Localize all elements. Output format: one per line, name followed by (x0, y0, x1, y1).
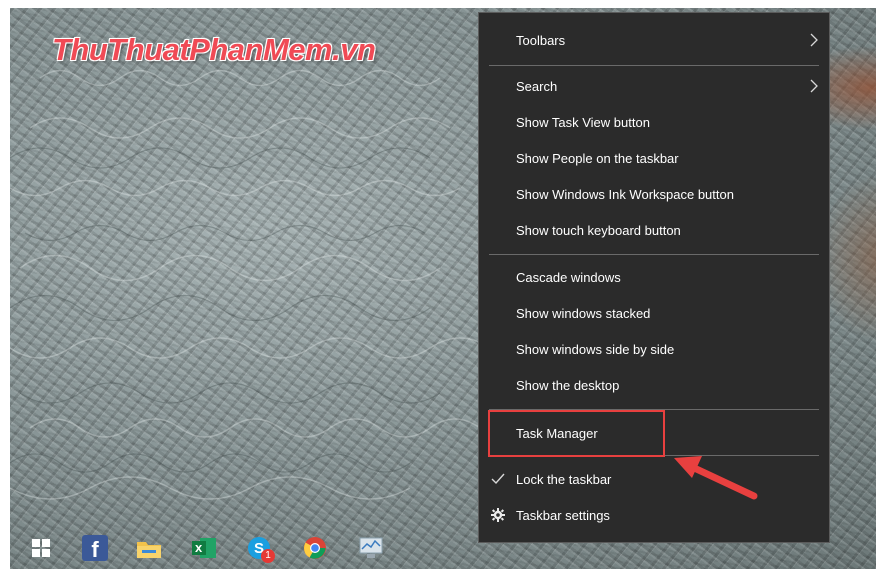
menu-item-lock-taskbar[interactable]: Lock the taskbar (479, 461, 829, 497)
menu-item-show-desktop[interactable]: Show the desktop (479, 367, 829, 403)
menu-item-label: Lock the taskbar (516, 471, 612, 487)
menu-item-windows-stacked[interactable]: Show windows stacked (479, 295, 829, 331)
performance-monitor-icon[interactable] (358, 535, 384, 561)
file-explorer-icon[interactable] (136, 535, 162, 561)
menu-item-show-ink-workspace[interactable]: Show Windows Ink Workspace button (479, 176, 829, 212)
excel-letter: x (195, 540, 203, 555)
facebook-icon[interactable]: f (82, 535, 108, 562)
skype-badge: 1 (261, 549, 275, 563)
chevron-right-icon (810, 79, 818, 93)
menu-item-taskbar-settings[interactable]: Taskbar settings (479, 497, 829, 533)
skype-icon[interactable]: S 1 (246, 535, 275, 563)
menu-item-toolbars[interactable]: Toolbars (479, 22, 829, 58)
chevron-right-icon (810, 33, 818, 47)
menu-item-label: Taskbar settings (516, 507, 610, 523)
gear-icon (491, 508, 505, 522)
menu-item-label: Show touch keyboard button (516, 222, 681, 238)
menu-item-label: Search (516, 78, 558, 94)
annotation-arrow-icon (674, 456, 758, 500)
chrome-icon[interactable] (302, 535, 328, 561)
menu-item-search[interactable]: Search (479, 68, 829, 104)
menu-item-label: Show windows stacked (516, 305, 651, 321)
menu-item-label: Toolbars (516, 32, 566, 48)
excel-icon[interactable]: x (191, 535, 217, 561)
menu-separator (489, 65, 819, 66)
menu-item-label: Show the desktop (516, 377, 620, 393)
facebook-letter: f (91, 537, 99, 562)
taskbar: f x S 1 (10, 525, 440, 569)
menu-item-label: Show People on the taskbar (516, 150, 679, 166)
menu-item-label: Show Task View button (516, 114, 650, 130)
highlight-box (488, 410, 665, 457)
menu-item-show-people[interactable]: Show People on the taskbar (479, 140, 829, 176)
menu-item-label: Show windows side by side (516, 341, 675, 357)
menu-separator (489, 254, 819, 255)
start-icon[interactable] (28, 535, 54, 561)
taskbar-context-menu: Toolbars Search Show Task View button Sh… (478, 12, 830, 543)
menu-item-label: Cascade windows (516, 269, 621, 285)
menu-item-show-touch-keyboard[interactable]: Show touch keyboard button (479, 212, 829, 248)
menu-item-cascade-windows[interactable]: Cascade windows (479, 259, 829, 295)
menu-item-windows-side-by-side[interactable]: Show windows side by side (479, 331, 829, 367)
menu-item-label: Show Windows Ink Workspace button (516, 186, 734, 202)
menu-item-show-task-view[interactable]: Show Task View button (479, 104, 829, 140)
checkmark-icon (491, 473, 505, 485)
